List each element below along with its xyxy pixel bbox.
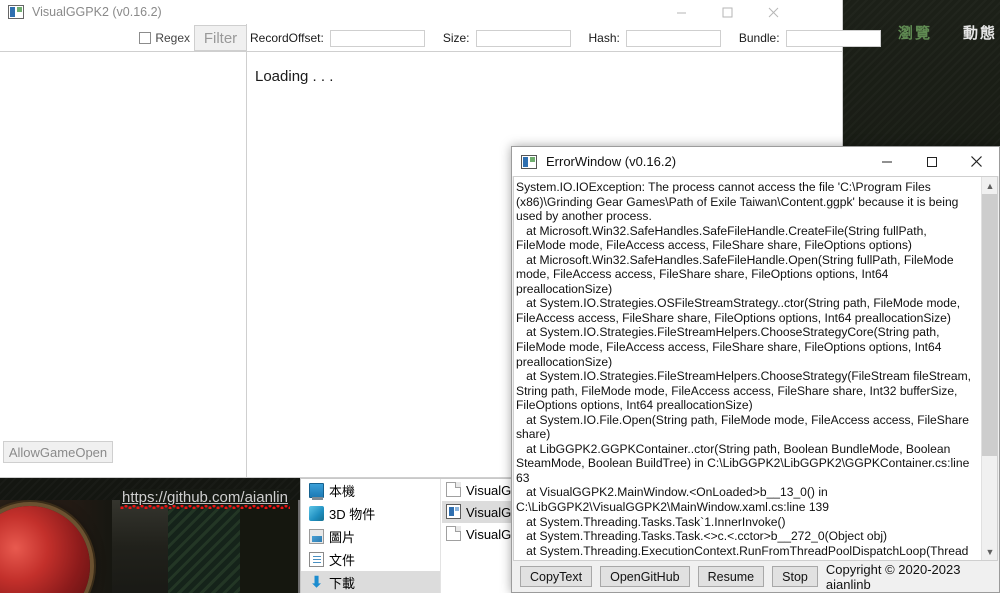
error-window-titlebar[interactable]: ErrorWindow (v0.16.2) [512,147,999,176]
field-label: RecordOffset: [250,31,324,45]
hud-panel-c [240,500,298,593]
downloads-icon: ⬇ [310,574,323,591]
vertical-scrollbar[interactable]: ▲ ▼ [981,177,997,560]
file-name-label: VisualG [466,482,512,498]
scrollbar-thumb[interactable] [982,194,997,456]
minimize-icon[interactable] [864,147,909,176]
application-icon [446,504,461,519]
copyright-label: Copyright © 2020-2023 aianlinb [825,561,961,592]
hud-panel-a [112,500,168,593]
maximize-icon[interactable] [704,0,750,24]
documents-icon [309,552,324,567]
regex-checkbox[interactable] [139,32,152,44]
explorer-nav-label: 文件 [329,553,356,568]
field-label: Hash: [588,31,620,45]
field-size: Size: [442,29,589,47]
main-window-toolbar: Regex Filter RecordOffset: Size: Hash: B… [0,24,881,52]
regex-checkbox-wrap[interactable]: Regex [139,31,190,45]
field-label: Size: [442,31,470,45]
3d-objects-icon [309,506,324,521]
explorer-nav-label: 3D 物件 [329,507,376,522]
hud-panel-b [168,500,240,593]
game-nav-browse[interactable]: 瀏覽 [898,22,932,43]
explorer-nav-item-3d-objects[interactable]: 3D 物件 [301,502,440,525]
health-orb-icon [0,506,90,593]
maximize-icon[interactable] [909,147,954,176]
stop-button[interactable]: Stop [772,566,818,587]
pictures-icon [309,529,324,544]
ggpk-tree-pane[interactable]: AllowGameOpen [0,52,247,477]
game-nav-dynamic[interactable]: 動態 [963,22,997,43]
main-window-title: VisualGGPK2 (v0.16.2) [32,5,162,19]
field-hash: Hash: [588,29,739,47]
regex-label: Regex [155,31,190,45]
error-text-area[interactable]: System.IO.IOException: The process canno… [513,176,998,561]
error-window[interactable]: ErrorWindow (v0.16.2) System.IO.IOExcept… [511,146,1000,593]
file-name-label: VisualG [466,526,512,542]
file-icon [446,526,461,541]
filter-controls: Regex Filter [0,24,247,52]
scroll-up-icon[interactable]: ▲ [982,177,997,194]
error-window-title: ErrorWindow (v0.16.2) [546,154,677,169]
explorer-nav-label: 下載 [329,576,356,591]
tree-footer: AllowGameOpen [0,427,247,477]
github-url-link[interactable]: https://github.com/aianlin [120,489,290,509]
minimize-icon[interactable] [658,0,704,24]
stack-trace-text: System.IO.IOException: The process canno… [516,180,972,560]
size-input[interactable] [475,29,571,47]
explorer-nav-label: 本機 [329,484,356,499]
app-icon [521,154,537,169]
loading-status-text: Loading . . . [255,68,334,85]
file-name-label: VisualG [466,504,512,520]
allow-game-open-button[interactable]: AllowGameOpen [3,441,113,463]
copy-text-button[interactable]: CopyText [520,566,593,587]
main-window-titlebar[interactable]: VisualGGPK2 (v0.16.2) [0,0,842,24]
explorer-nav-item-documents[interactable]: 文件 [301,548,440,571]
file-icon [446,482,461,497]
search-input[interactable] [0,27,132,48]
field-label: Bundle: [738,31,780,45]
pc-icon [309,483,324,500]
hash-input[interactable] [625,29,721,47]
field-record-offset: RecordOffset: [250,29,443,47]
explorer-nav-item-pc[interactable]: 本機 [301,479,440,502]
error-window-footer: CopyText OpenGitHub Resume Stop Copyrigh… [512,561,999,592]
bundle-input[interactable] [785,29,881,47]
close-icon[interactable] [954,147,999,176]
explorer-nav-pane: 本機 3D 物件 圖片 文件 ⬇ 下載 [301,479,441,593]
record-offset-input[interactable] [329,29,425,47]
field-bundle: Bundle: [738,29,881,47]
github-url-text: https://github.com/aianlin [122,489,288,506]
app-icon [8,5,24,19]
close-icon[interactable] [750,0,796,24]
open-github-button[interactable]: OpenGitHub [600,566,690,587]
explorer-nav-label: 圖片 [329,530,356,545]
resume-button[interactable]: Resume [697,566,765,587]
filter-button[interactable]: Filter [194,25,246,51]
screen-root: 瀏覽 動態 https://github.com/aianlin 本機 3D 物… [0,0,1000,593]
record-fields: RecordOffset: Size: Hash: Bundle: [250,24,881,52]
spellcheck-squiggle [120,505,290,509]
game-hud-strip [0,500,300,593]
explorer-nav-item-pictures[interactable]: 圖片 [301,525,440,548]
scroll-down-icon[interactable]: ▼ [982,543,997,560]
explorer-nav-item-downloads[interactable]: ⬇ 下載 [301,571,440,593]
